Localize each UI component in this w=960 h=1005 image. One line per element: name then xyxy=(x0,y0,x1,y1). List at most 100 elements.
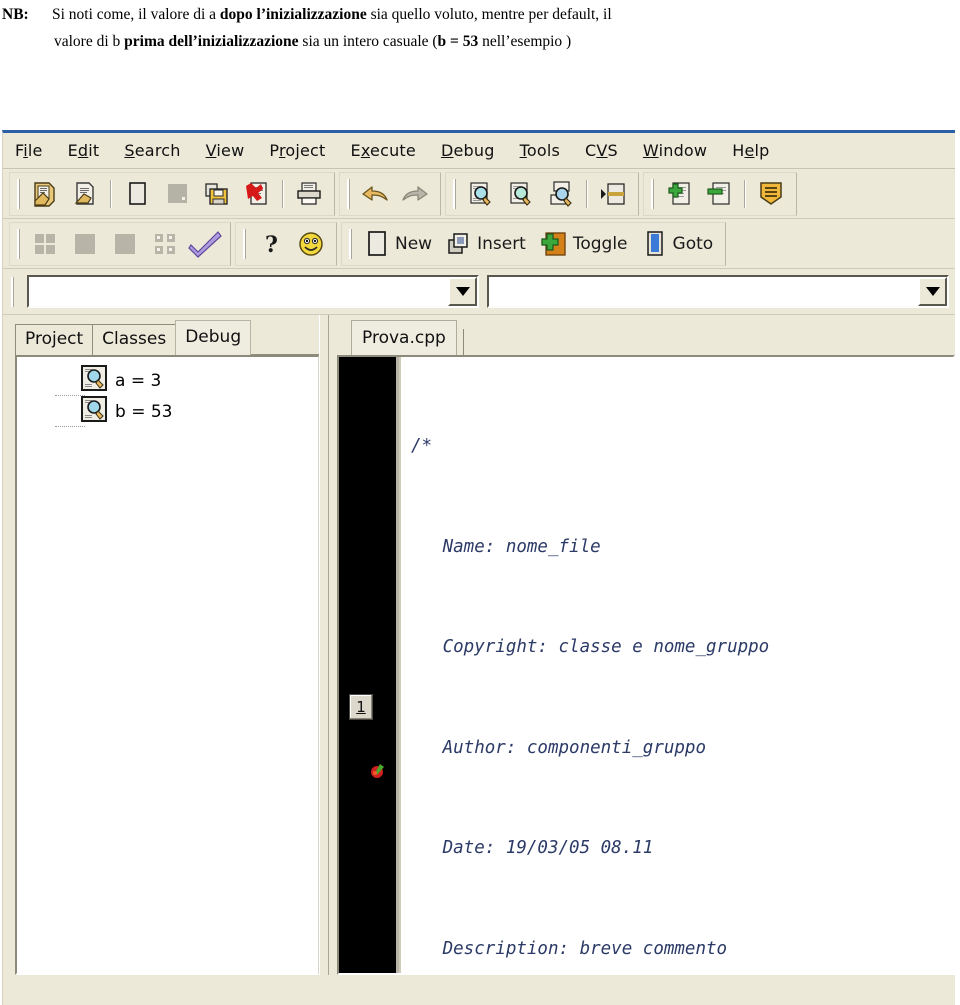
code-content[interactable]: /* Name: nome_file Copyright: classe e n… xyxy=(399,357,953,973)
menu-item-tools[interactable]: Tools xyxy=(518,140,562,161)
find-next-icon[interactable] xyxy=(501,174,541,214)
caption-l1-pre: Si noti come, il valore di a xyxy=(52,6,220,23)
toolbar-group-compile xyxy=(9,221,231,266)
code-editor[interactable]: 1 /* Name: nome_file Copyright: classe e… xyxy=(337,355,955,975)
toolbar-separator xyxy=(110,179,112,208)
about-icon[interactable] xyxy=(291,224,331,264)
toolbar-group-search xyxy=(445,171,639,216)
caption-note: NB: Si noti come, il valore di a dopo l’i… xyxy=(0,0,960,62)
tab-divider xyxy=(462,329,464,355)
toolbar-separator xyxy=(586,179,588,208)
active-breakpoint-icon[interactable] xyxy=(369,762,385,778)
caption-line-2: valore di b prima dell’inizializzazione … xyxy=(0,28,960,55)
bookmark-marker[interactable]: 1 xyxy=(349,694,373,720)
watch-item-a[interactable]: a = 3 xyxy=(17,365,318,396)
open-file-icon[interactable] xyxy=(157,174,197,214)
code-line-5: Date: 19/03/05 08.11 xyxy=(411,838,654,858)
chevron-down-icon[interactable] xyxy=(448,277,477,306)
compile-icon[interactable] xyxy=(25,224,65,264)
caption-l1-bold: dopo l’inizializzazione xyxy=(219,6,367,23)
print-icon[interactable] xyxy=(289,174,329,214)
editor-panel: Prova.cpp 1 /* Name: nome_file Copyright… xyxy=(329,315,955,975)
watch-magnifier-icon xyxy=(81,365,107,396)
class-combo-field[interactable] xyxy=(29,277,448,306)
watch-magnifier-icon xyxy=(81,396,107,427)
toolbar-grip[interactable] xyxy=(349,228,352,259)
member-combo[interactable] xyxy=(487,275,949,308)
caption-l2-mid: sia un intero casuale ( xyxy=(298,33,438,50)
new-bookmark-icon xyxy=(368,230,386,256)
new-bookmark-button[interactable]: New xyxy=(357,224,439,264)
project-options-icon[interactable] xyxy=(751,174,791,214)
goto-bookmark-button[interactable]: Goto xyxy=(635,224,721,264)
menu-item-cvs[interactable]: CVS xyxy=(583,140,620,161)
toolbar-grip[interactable] xyxy=(17,178,20,209)
stop-icon[interactable] xyxy=(105,224,145,264)
tab-classes[interactable]: Classes xyxy=(92,324,177,355)
menu-item-window[interactable]: Window xyxy=(641,140,709,161)
open-project-icon[interactable] xyxy=(65,174,105,214)
toolbar-main xyxy=(3,169,955,219)
code-line-4: Author: componenti_gruppo xyxy=(411,737,707,758)
close-file-icon[interactable] xyxy=(237,174,277,214)
help-icon[interactable]: ? xyxy=(251,224,291,264)
toolbar-group-project xyxy=(9,171,335,216)
redo-icon[interactable] xyxy=(395,174,435,214)
toolbar-grip[interactable] xyxy=(243,228,246,259)
watch-item-b-text: b = 53 xyxy=(115,401,173,422)
goto-bookmark-icon xyxy=(646,230,663,256)
caption-l2-pre: valore di b xyxy=(54,33,125,50)
menu-item-edit[interactable]: Edit xyxy=(66,140,102,161)
workspace: Project Classes Debug a = 3 b = 53 Prova… xyxy=(3,315,955,975)
rebuild-all-icon[interactable] xyxy=(145,224,185,264)
menu-item-help[interactable]: Help xyxy=(730,140,771,161)
editor-gutter[interactable]: 1 xyxy=(339,357,399,973)
class-combo[interactable] xyxy=(27,275,479,308)
new-file-icon[interactable] xyxy=(117,174,157,214)
undo-icon[interactable] xyxy=(355,174,395,214)
toolbar-compile: ? New Insert Toggle Goto xyxy=(3,219,955,269)
menu-item-view[interactable]: View xyxy=(204,140,247,161)
code-line-2: Name: nome_file xyxy=(411,536,601,557)
toolbar-grip[interactable] xyxy=(453,178,456,209)
toolbar-group-help: ? xyxy=(235,221,337,266)
caption-l2-bold2: b = 53 xyxy=(437,33,479,50)
goto-bookmark-label: Goto xyxy=(672,233,714,254)
remove-from-project-icon[interactable] xyxy=(699,174,739,214)
toolbar-separator xyxy=(282,179,284,208)
menu-item-debug[interactable]: Debug xyxy=(439,140,497,161)
member-combo-field[interactable] xyxy=(489,277,918,306)
tab-prova-cpp[interactable]: Prova.cpp xyxy=(351,320,457,355)
replace-icon[interactable] xyxy=(541,174,581,214)
tab-debug[interactable]: Debug xyxy=(175,320,252,355)
watch-list[interactable]: a = 3 b = 53 xyxy=(15,355,319,975)
watch-item-b[interactable]: b = 53 xyxy=(17,396,318,427)
chevron-down-icon[interactable] xyxy=(918,277,947,306)
toggle-breakpoint-label: Toggle xyxy=(572,233,628,254)
goto-line-icon[interactable] xyxy=(593,174,633,214)
menu-item-search[interactable]: Search xyxy=(122,140,182,161)
pane-splitter[interactable] xyxy=(319,315,329,975)
tab-project[interactable]: Project xyxy=(15,324,94,355)
toggle-breakpoint-icon xyxy=(541,231,566,256)
toolbar-grip[interactable] xyxy=(347,178,350,209)
toolbar-grip[interactable] xyxy=(651,178,654,209)
insert-bookmark-button[interactable]: Insert xyxy=(439,224,533,264)
menu-item-execute[interactable]: Execute xyxy=(349,140,418,161)
save-icon[interactable] xyxy=(197,174,237,214)
menu-item-file[interactable]: File xyxy=(13,140,45,161)
new-project-icon[interactable] xyxy=(25,174,65,214)
toolbar-group-bookmarks: New Insert Toggle Goto xyxy=(341,221,727,266)
menu-item-project[interactable]: Project xyxy=(267,140,327,161)
insert-bookmark-label: Insert xyxy=(477,233,526,254)
syntax-check-icon[interactable] xyxy=(185,224,225,264)
toolbar-grip[interactable] xyxy=(11,276,14,307)
toggle-breakpoint-button[interactable]: Toggle xyxy=(533,224,635,264)
add-to-project-icon[interactable] xyxy=(659,174,699,214)
run-icon[interactable] xyxy=(65,224,105,264)
toolbar-grip[interactable] xyxy=(17,228,20,259)
toolbar-group-edit xyxy=(339,171,441,216)
code-line-3: Copyright: classe e nome_gruppo xyxy=(411,637,770,657)
find-icon[interactable] xyxy=(461,174,501,214)
tabstrip-filler xyxy=(250,324,319,355)
